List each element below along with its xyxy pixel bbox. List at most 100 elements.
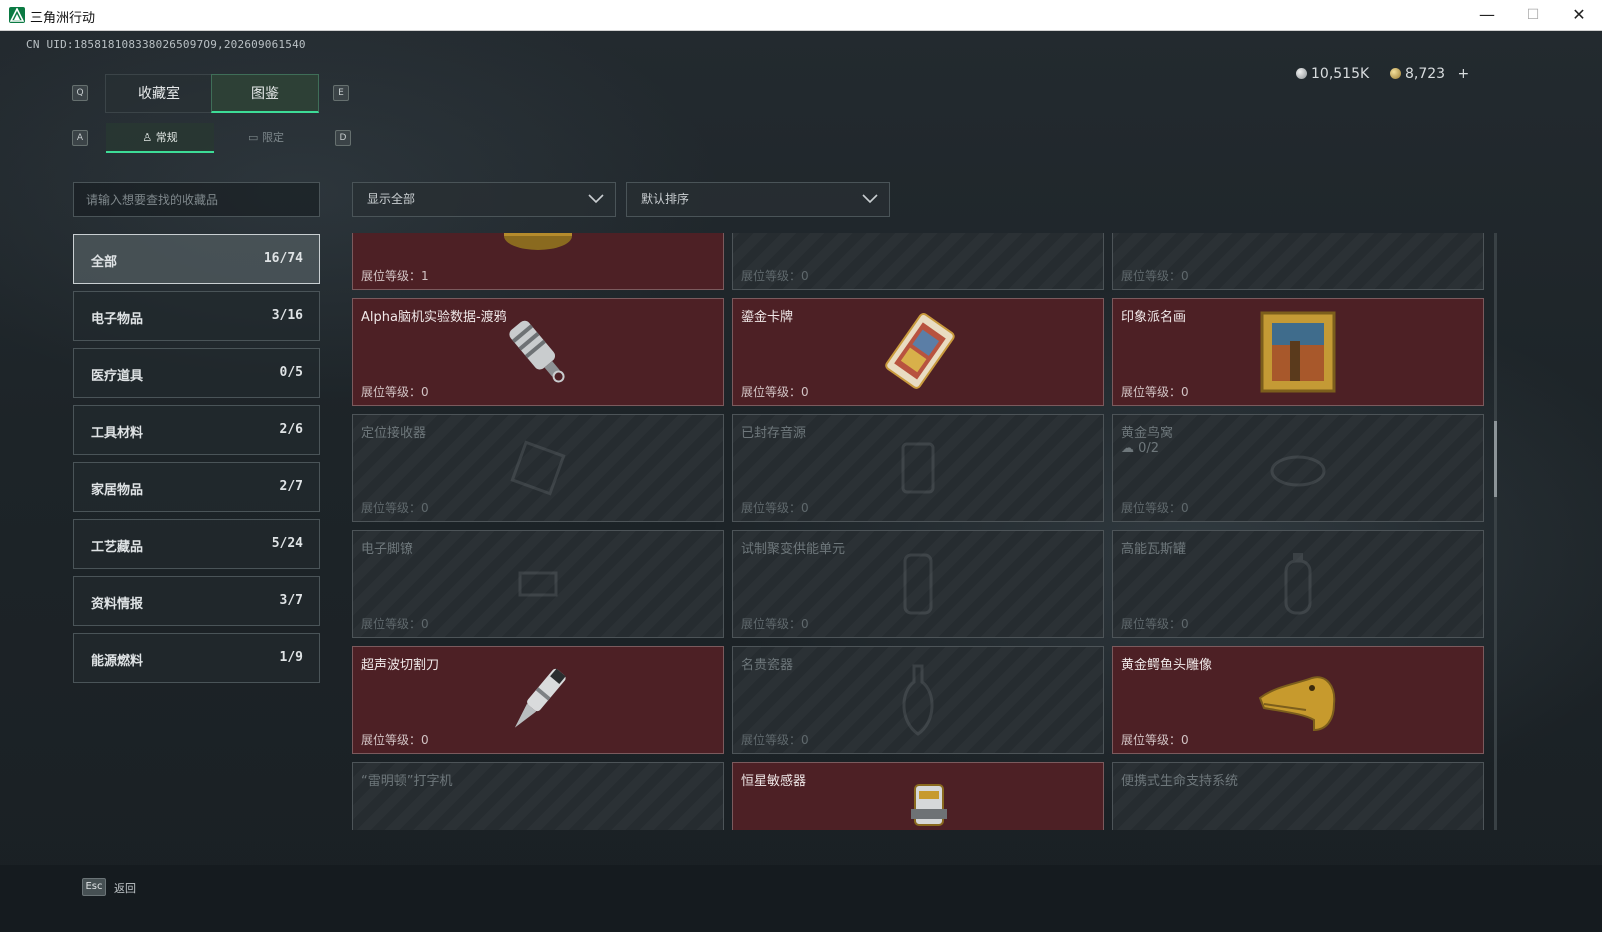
- app-logo-icon: [9, 7, 25, 23]
- bird-icon: ☁: [1121, 441, 1134, 456]
- collection-card[interactable]: 黄金鳄鱼头雕像 展位等级：0: [1112, 646, 1484, 754]
- back-label[interactable]: 返回: [114, 880, 136, 896]
- category-count: 2/7: [279, 479, 303, 494]
- close-button[interactable]: ✕: [1556, 0, 1602, 30]
- category-count: 16/74: [263, 251, 303, 266]
- collection-card[interactable]: 恒星敏感器: [732, 762, 1104, 830]
- grid-scrollbar-thumb[interactable]: [1494, 421, 1497, 497]
- card-name: 名贵瓷器: [741, 658, 794, 673]
- subtab-limited-label: 限定: [261, 131, 284, 144]
- card-level: 展位等级：0: [1121, 385, 1189, 399]
- data-drive-icon: [509, 320, 565, 383]
- collection-card[interactable]: Alpha脑机实验数据-渡鸦 展位等级：0: [352, 298, 724, 406]
- caviar-tin-icon: [504, 233, 572, 251]
- category-tools[interactable]: 工具材料 2/6: [73, 405, 320, 455]
- gas-canister-icon: [1284, 553, 1312, 615]
- category-label: 医疗道具: [91, 369, 144, 384]
- card-level: 展位等级：0: [1121, 501, 1189, 515]
- collection-card[interactable]: 试制聚变供能单元 展位等级：0: [732, 530, 1104, 638]
- card-level: 展位等级：0: [1121, 617, 1189, 631]
- silver-amount: 10,515K: [1311, 66, 1370, 82]
- collection-card[interactable]: 已封存音源 展位等级：0: [732, 414, 1104, 522]
- collection-card[interactable]: 展位等级：1: [352, 233, 724, 290]
- card-level: 展位等级：0: [741, 501, 809, 515]
- category-count: 2/6: [279, 422, 303, 437]
- card-name: 恒星敏感器: [741, 774, 807, 789]
- subtab-regular-label: 常规: [155, 131, 178, 144]
- collection-card[interactable]: 高能瓦斯罐 展位等级：0: [1112, 530, 1484, 638]
- category-label: 能源燃料: [91, 654, 144, 669]
- category-all[interactable]: 全部 16/74: [73, 234, 320, 284]
- regular-icon: ♙: [142, 131, 153, 144]
- vase-icon: [902, 664, 934, 736]
- subtab-limited[interactable]: ▭ 限定: [212, 123, 320, 153]
- category-medical[interactable]: 医疗道具 0/5: [73, 348, 320, 398]
- card-name: 试制聚变供能单元: [741, 542, 846, 557]
- minimize-button[interactable]: —: [1464, 0, 1510, 30]
- category-electronics[interactable]: 电子物品 3/16: [73, 291, 320, 341]
- card-level: 展位等级：1: [361, 269, 429, 283]
- key-hint-q: Q: [72, 85, 88, 101]
- add-currency-button[interactable]: +: [1458, 66, 1470, 82]
- display-filter-dropdown[interactable]: 显示全部: [352, 182, 616, 217]
- tab-collection-room[interactable]: 收藏室: [105, 74, 213, 113]
- chevron-down-icon: [862, 194, 878, 204]
- silver-coin-icon: [1296, 68, 1307, 79]
- game-viewport: CN UID:1858181083380265097O9,20260906154…: [0, 31, 1602, 932]
- collection-card[interactable]: 黄金鸟窝 ☁ 0/2 展位等级：0: [1112, 414, 1484, 522]
- key-hint-d: D: [335, 130, 351, 146]
- display-filter-value: 显示全部: [367, 192, 416, 206]
- window-title: 三角洲行动: [30, 11, 96, 26]
- silver-currency: 10,515K: [1296, 66, 1369, 82]
- card-name: Alpha脑机实验数据-渡鸦: [361, 310, 507, 325]
- card-level: 展位等级：0: [1121, 733, 1189, 747]
- card-name: 定位接收器: [361, 426, 427, 441]
- card-progress-value: 0/2: [1138, 441, 1160, 456]
- card-level: 展位等级：0: [361, 501, 429, 515]
- card-name: 黄金鸟窝: [1121, 426, 1174, 441]
- category-count: 3/16: [271, 308, 303, 323]
- search-input[interactable]: [73, 182, 320, 217]
- collection-card[interactable]: 鎏金卡牌 展位等级：0: [732, 298, 1104, 406]
- card-progress: ☁ 0/2: [1121, 441, 1159, 456]
- fusion-cell-icon: [903, 553, 933, 615]
- category-label: 资料情报: [91, 597, 144, 612]
- subtab-regular[interactable]: ♙ 常规: [106, 123, 214, 153]
- collection-card[interactable]: “雷明顿”打字机: [352, 762, 724, 830]
- card-name: 印象派名画: [1121, 310, 1187, 325]
- card-name: 便携式生命支持系统: [1121, 774, 1239, 789]
- collection-card[interactable]: 超声波切割刀 展位等级：0: [352, 646, 724, 754]
- star-sensor-icon: [911, 784, 947, 826]
- category-intel[interactable]: 资料情报 3/7: [73, 576, 320, 626]
- collection-card[interactable]: 展位等级：0: [1112, 233, 1484, 290]
- card-level: 展位等级：0: [1121, 269, 1189, 283]
- sort-dropdown[interactable]: 默认排序: [626, 182, 890, 217]
- category-count: 5/24: [271, 536, 303, 551]
- collection-card[interactable]: 定位接收器 展位等级：0: [352, 414, 724, 522]
- category-household[interactable]: 家居物品 2/7: [73, 462, 320, 512]
- collection-card[interactable]: 印象派名画 展位等级：0: [1112, 298, 1484, 406]
- category-crafts[interactable]: 工艺藏品 5/24: [73, 519, 320, 569]
- card-name: “雷明顿”打字机: [361, 774, 453, 789]
- gold-coin-icon: [1390, 68, 1401, 79]
- painting-icon: [1260, 311, 1336, 393]
- collection-card[interactable]: 便携式生命支持系统: [1112, 762, 1484, 830]
- category-label: 工艺藏品: [91, 540, 144, 555]
- key-hint-a: A: [72, 130, 88, 146]
- collection-card[interactable]: 展位等级：0: [732, 233, 1104, 290]
- ultrasonic-knife-icon: [514, 668, 566, 728]
- ankle-monitor-icon: [518, 571, 558, 597]
- grid-scrollbar[interactable]: [1494, 233, 1497, 830]
- window-titlebar: 三角洲行动 — ☐ ✕: [0, 0, 1602, 31]
- maximize-button[interactable]: ☐: [1510, 0, 1556, 30]
- esc-key-hint[interactable]: Esc: [82, 878, 106, 896]
- category-energy[interactable]: 能源燃料 1/9: [73, 633, 320, 683]
- category-label: 工具材料: [91, 426, 144, 441]
- bottom-bar: [0, 865, 1602, 932]
- key-hint-e: E: [333, 85, 349, 101]
- tab-catalog[interactable]: 图鉴: [211, 74, 319, 113]
- collection-card[interactable]: 名贵瓷器 展位等级：0: [732, 646, 1104, 754]
- category-label: 全部: [91, 255, 118, 270]
- card-level: 展位等级：0: [361, 733, 429, 747]
- collection-card[interactable]: 电子脚镣 展位等级：0: [352, 530, 724, 638]
